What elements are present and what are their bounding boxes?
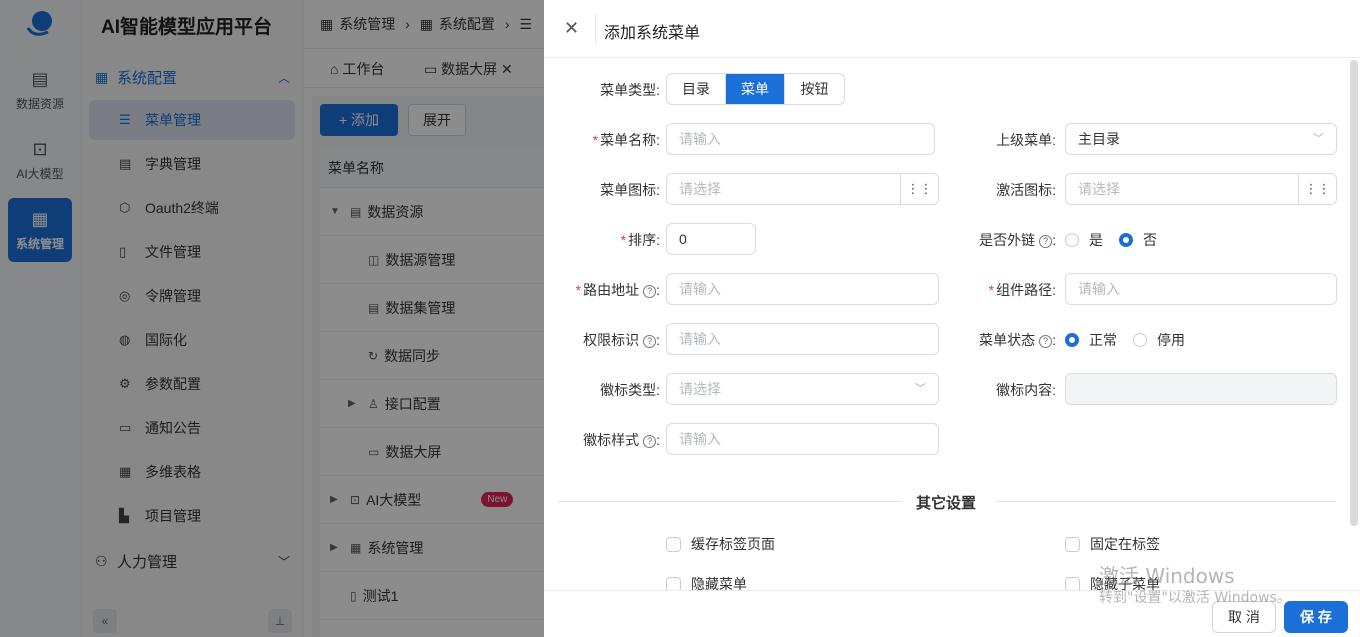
menu-status-label: 菜单状态?: (979, 332, 1056, 348)
menu-type-label: 菜单类型: (600, 82, 660, 98)
parent-menu-select[interactable]: 主目录 ﹀ (1065, 123, 1337, 155)
drawer-header: ✕ 添加系统菜单 (544, 0, 1360, 58)
external-link-label: 是否外链?: (979, 232, 1056, 248)
icon-picker-icon[interactable]: ⋮⋮ (1298, 174, 1336, 204)
menu-name-input[interactable]: 请输入 (666, 123, 935, 155)
badge-type-label: 徽标类型: (600, 382, 660, 398)
pin-tab-checkbox[interactable]: 固定在标签 (1065, 534, 1160, 554)
checkbox-icon (666, 536, 681, 552)
route-label: * 路由地址?: (575, 282, 660, 298)
save-button[interactable]: 保 存 (1284, 601, 1348, 633)
radio-checked-icon (1065, 333, 1079, 347)
help-icon[interactable]: ? (1039, 335, 1053, 348)
menu-status-normal[interactable]: 正常 (1065, 330, 1117, 350)
radio-icon (1065, 233, 1079, 247)
menu-name-label: * 菜单名称: (592, 132, 660, 148)
chevron-down-icon: ﹀ (915, 383, 926, 395)
add-menu-drawer: ✕ 添加系统菜单 菜单类型: 目录 菜单 按钮 * 菜单名称: 请输入 上级菜单:… (544, 0, 1360, 637)
icon-picker-icon[interactable]: ⋮⋮ (900, 174, 938, 204)
menu-type-segmented: 目录 菜单 按钮 (666, 73, 845, 105)
sort-input[interactable]: 0 (666, 223, 756, 255)
component-input[interactable]: 请输入 (1065, 273, 1337, 305)
badge-style-input[interactable]: 请输入 (666, 423, 939, 455)
help-icon[interactable]: ? (1039, 235, 1053, 248)
activation-watermark-subtitle: 转到"设置"以激活 Windows。 (1099, 590, 1291, 606)
badge-type-select[interactable]: 请选择 ﹀ (666, 373, 939, 405)
menu-icon-input[interactable]: 请选择 ⋮⋮ (666, 173, 939, 205)
permission-label: 权限标识?: (583, 332, 660, 348)
close-icon[interactable]: ✕ (564, 18, 579, 39)
radio-icon (1133, 333, 1147, 347)
badge-style-label: 徽标样式?: (583, 432, 660, 448)
divider (996, 501, 1336, 502)
scrollbar[interactable] (1350, 60, 1358, 526)
menu-status-disabled[interactable]: 停用 (1133, 330, 1185, 350)
help-icon[interactable]: ? (643, 435, 657, 448)
component-label: * 组件路径: (988, 282, 1056, 298)
menu-icon-label: 菜单图标: (600, 182, 660, 198)
sort-label: * 排序: (620, 232, 660, 248)
menu-type-menu[interactable]: 菜单 (726, 74, 785, 104)
other-settings-title: 其它设置 (916, 495, 977, 512)
permission-input[interactable]: 请输入 (666, 323, 939, 355)
route-input[interactable]: 请输入 (666, 273, 939, 305)
menu-type-directory[interactable]: 目录 (667, 74, 726, 104)
external-link-yes[interactable]: 是 (1065, 230, 1103, 250)
help-icon[interactable]: ? (643, 285, 657, 298)
divider (558, 501, 902, 502)
drawer-title: 添加系统菜单 (604, 25, 701, 42)
active-icon-label: 激活图标: (996, 182, 1056, 198)
external-link-no[interactable]: 否 (1119, 230, 1157, 250)
active-icon-input[interactable]: 请选择 ⋮⋮ (1065, 173, 1337, 205)
activation-watermark-title: 激活 Windows (1099, 564, 1235, 588)
menu-type-button[interactable]: 按钮 (785, 74, 844, 104)
cache-tab-checkbox[interactable]: 缓存标签页面 (666, 534, 775, 554)
parent-menu-label: 上级菜单: (996, 132, 1056, 148)
chevron-down-icon: ﹀ (1313, 133, 1324, 145)
divider (595, 14, 596, 44)
badge-content-label: 徽标内容: (996, 382, 1056, 398)
badge-content-input (1065, 373, 1337, 405)
radio-checked-icon (1119, 233, 1133, 247)
help-icon[interactable]: ? (643, 335, 657, 348)
checkbox-icon (1065, 536, 1080, 552)
